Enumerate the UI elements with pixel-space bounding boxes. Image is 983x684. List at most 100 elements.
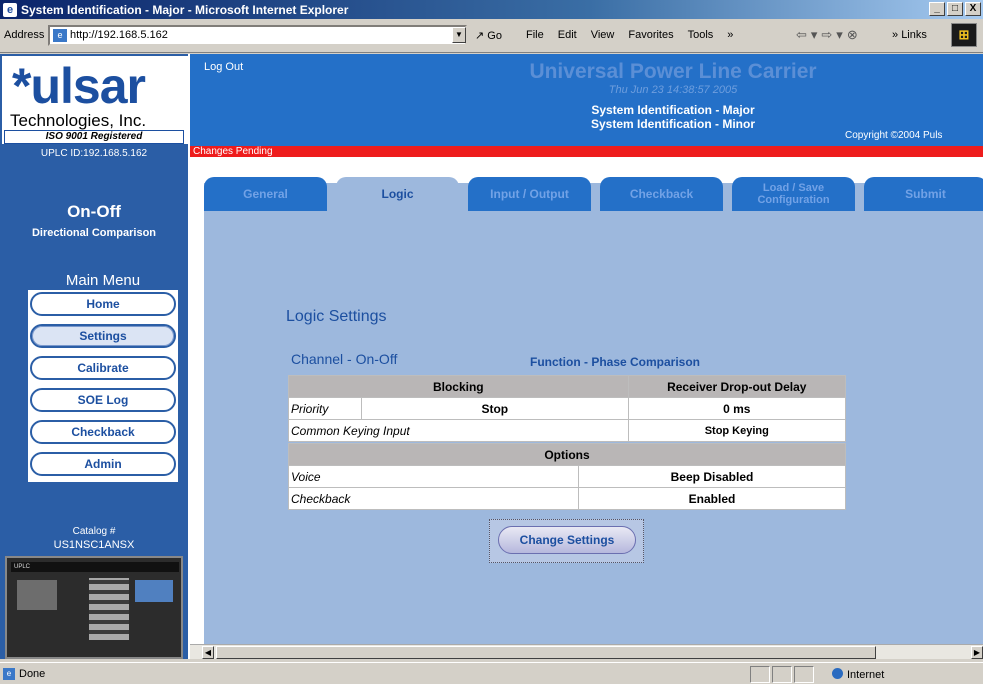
go-button[interactable]: ↗ Go (475, 29, 502, 42)
window-controls: _ □ X (929, 2, 981, 16)
page-header: Log Out Universal Power Line Carrier Thu… (190, 54, 983, 146)
catalog-number: US1NSC1ANSX (53, 539, 135, 551)
address-bar: Address e http://192.168.5.162 ▼ ↗ Go Fi… (0, 19, 983, 53)
blocking-header: Blocking (288, 375, 629, 398)
system-id-major: System Identification - Major (591, 103, 755, 117)
globe-icon (832, 668, 843, 679)
status-cell (772, 666, 792, 683)
scroll-right-icon[interactable]: ▶ (971, 646, 983, 659)
voice-label: Voice (288, 465, 579, 488)
tab-general[interactable]: General (204, 177, 327, 211)
company-logo: *ulsar Technologies, Inc. ISO 9001 Regis… (2, 56, 188, 144)
page-viewport: *ulsar Technologies, Inc. ISO 9001 Regis… (0, 54, 983, 659)
menu-overflow-icon[interactable]: » (727, 29, 733, 41)
menu-tools[interactable]: Tools (688, 29, 714, 41)
minimize-button[interactable]: _ (929, 2, 945, 16)
menu-settings-button[interactable]: Settings (30, 324, 176, 348)
tab-input-output[interactable]: Input / Output (468, 177, 591, 211)
table-row: Voice Beep Disabled (288, 465, 846, 488)
table-row: Priority Stop 0 ms (288, 397, 847, 420)
table-row: Options (288, 443, 846, 466)
page-done-icon: e (3, 668, 15, 680)
go-label: Go (487, 30, 502, 42)
changes-pending-bar: Changes Pending (190, 146, 983, 157)
mode-subtitle: Directional Comparison (31, 227, 157, 239)
blocking-table: Blocking Receiver Drop-out Delay Priorit… (288, 375, 847, 442)
scroll-left-icon[interactable]: ◀ (202, 646, 214, 659)
close-button[interactable]: X (965, 2, 981, 16)
device-keypad (89, 578, 129, 640)
nav-arrows-icon[interactable]: ⇦▾⇨▾⊗ (796, 27, 862, 43)
checkback-value: Enabled (578, 487, 846, 510)
tab-logic[interactable]: Logic (336, 177, 459, 211)
logout-link[interactable]: Log Out (204, 61, 243, 73)
options-table: Options Voice Beep Disabled Checkback En… (288, 443, 846, 510)
scroll-thumb[interactable] (216, 646, 876, 659)
keying-label: Common Keying Input (288, 419, 629, 442)
address-input[interactable]: e http://192.168.5.162 (48, 25, 467, 46)
address-url: http://192.168.5.162 (70, 29, 168, 41)
header-datetime: Thu Jun 23 14:38:57 2005 (608, 84, 738, 96)
menu-soe-log-button[interactable]: SOE Log (30, 388, 176, 412)
tab-checkback[interactable]: Checkback (600, 177, 723, 211)
device-image: UPLC (5, 556, 183, 659)
menu-view[interactable]: View (591, 29, 615, 41)
dropout-header: Receiver Drop-out Delay (627, 375, 847, 398)
ie-app-icon: e (3, 2, 17, 17)
change-settings-button[interactable]: Change Settings (498, 526, 636, 554)
system-id-minor: System Identification - Minor (590, 117, 755, 131)
header-title: Universal Power Line Carrier (529, 60, 817, 83)
status-cell (750, 666, 770, 683)
status-cell (794, 666, 814, 683)
menu-home-button[interactable]: Home (30, 292, 176, 316)
logo-company-name: Technologies, Inc. (10, 111, 147, 130)
priority-value: Stop (361, 397, 629, 420)
checkback-label: Checkback (288, 487, 579, 510)
security-zone: Internet (832, 668, 884, 681)
links-button[interactable]: » Links (892, 29, 927, 41)
menu-favorites[interactable]: Favorites (628, 29, 673, 41)
address-label: Address (4, 29, 45, 41)
status-bar: e Done Internet (0, 662, 983, 684)
table-row: Checkback Enabled (288, 487, 846, 510)
channel-title: Channel - On-Off (291, 351, 398, 367)
status-text: Done (19, 668, 46, 680)
device-panel (17, 580, 57, 610)
catalog-label: Catalog # (72, 526, 116, 537)
dropout-value: 0 ms (627, 397, 847, 420)
menu-checkback-button[interactable]: Checkback (30, 420, 176, 444)
go-arrow-icon: ↗ (475, 30, 485, 42)
maximize-button[interactable]: □ (947, 2, 963, 16)
menu-bar: File Edit View Favorites Tools » (526, 29, 733, 41)
address-dropdown-icon[interactable]: ▼ (452, 27, 466, 43)
menu-admin-button[interactable]: Admin (30, 452, 176, 476)
page-icon: e (53, 29, 67, 42)
table-row: Blocking Receiver Drop-out Delay (288, 375, 847, 398)
window-title: System Identification - Major - Microsof… (21, 2, 349, 17)
uplc-id: UPLC ID:192.168.5.162 (40, 148, 148, 159)
windows-logo-icon: ⊞ (951, 23, 977, 47)
tab-submit[interactable]: Submit (864, 177, 983, 211)
menu-calibrate-button[interactable]: Calibrate (30, 356, 176, 380)
links-label: Links (901, 29, 927, 41)
change-settings-focus: Change Settings (489, 519, 644, 563)
device-display (135, 580, 173, 602)
horizontal-scrollbar[interactable]: ◀ ▶ (190, 644, 983, 659)
priority-label: Priority (288, 397, 362, 420)
voice-value: Beep Disabled (578, 465, 846, 488)
mode-title: On-Off (67, 202, 121, 221)
iso-registration: ISO 9001 Registered (4, 130, 184, 144)
tab-load-save-configuration[interactable]: Load / Save Configuration (732, 177, 855, 211)
logo-wordmark: *ulsar (12, 58, 146, 114)
main-menu: Main Menu Home Settings Calibrate SOE Lo… (28, 270, 178, 482)
left-sidebar: *ulsar Technologies, Inc. ISO 9001 Regis… (0, 54, 188, 659)
table-row: Common Keying Input Stop Keying (288, 419, 847, 442)
zone-label: Internet (847, 669, 885, 681)
keying-value: Stop Keying (627, 419, 847, 442)
menu-edit[interactable]: Edit (558, 29, 577, 41)
function-title: Function - Phase Comparison (530, 355, 701, 369)
logic-settings-title: Logic Settings (286, 308, 387, 325)
device-label: UPLC (11, 562, 179, 572)
menu-file[interactable]: File (526, 29, 544, 41)
options-header: Options (288, 443, 846, 466)
